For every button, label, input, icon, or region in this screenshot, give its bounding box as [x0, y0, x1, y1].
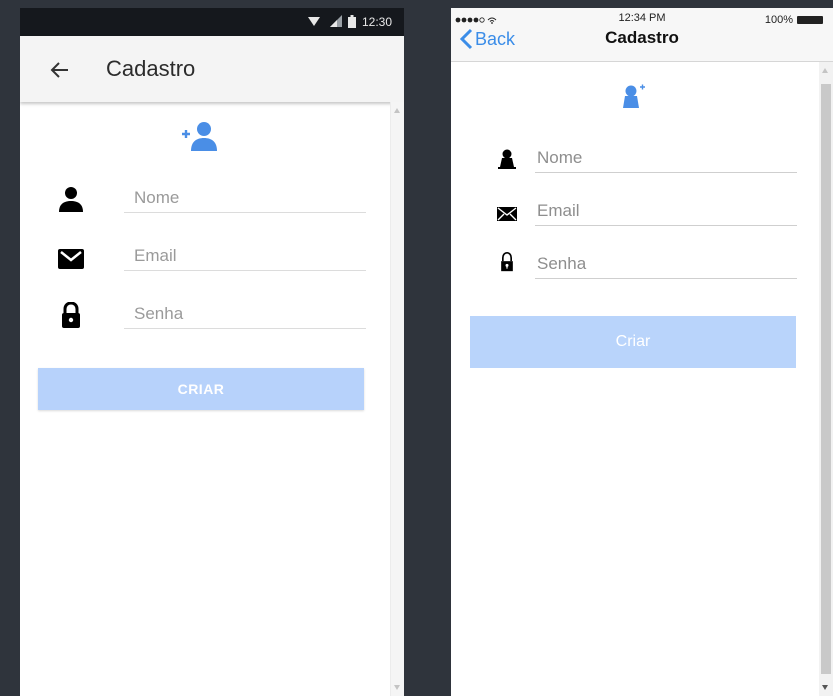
email-icon [497, 207, 517, 221]
password-field[interactable] [535, 249, 797, 279]
android-status-bar: 12:30 [20, 8, 404, 36]
ios-scrollbar[interactable] [819, 62, 833, 696]
ios-screen: 12:34 PM 100% Back Cadastro Criar [451, 8, 833, 696]
ios-navigation-bar: 12:34 PM 100% Back Cadastro [451, 8, 833, 62]
create-button[interactable]: CRIAR [38, 368, 364, 410]
lock-icon [62, 302, 80, 328]
person-icon [59, 187, 83, 212]
email-icon [58, 249, 84, 269]
email-field[interactable] [535, 196, 797, 226]
create-button[interactable]: Criar [470, 316, 796, 368]
scroll-down-arrow-icon[interactable] [394, 685, 400, 690]
back-arrow-icon[interactable] [48, 58, 72, 82]
scrollbar-thumb[interactable] [821, 84, 831, 674]
person-icon [498, 149, 516, 169]
battery-icon [348, 15, 356, 28]
email-field[interactable] [124, 241, 366, 271]
android-status-time: 12:30 [361, 15, 392, 29]
add-user-icon [182, 122, 217, 151]
wifi-icon [308, 17, 320, 26]
battery-icon [797, 16, 823, 24]
name-field[interactable] [535, 143, 797, 173]
scroll-up-arrow-icon[interactable] [394, 108, 400, 113]
scroll-up-arrow-icon[interactable] [822, 68, 828, 73]
name-field[interactable] [124, 183, 366, 213]
android-scrollbar[interactable] [390, 102, 404, 696]
android-app-bar: Cadastro [20, 36, 404, 102]
scroll-down-arrow-icon[interactable] [822, 685, 828, 690]
android-screen: 12:30 Cadastro CRIAR [20, 8, 404, 696]
lock-icon [501, 252, 513, 272]
page-title: Cadastro [605, 28, 679, 47]
battery-percent: 100% [764, 14, 793, 26]
add-user-icon [623, 84, 645, 108]
signal-icon [330, 15, 342, 27]
page-title: Cadastro [106, 56, 196, 81]
password-field[interactable] [124, 299, 366, 329]
